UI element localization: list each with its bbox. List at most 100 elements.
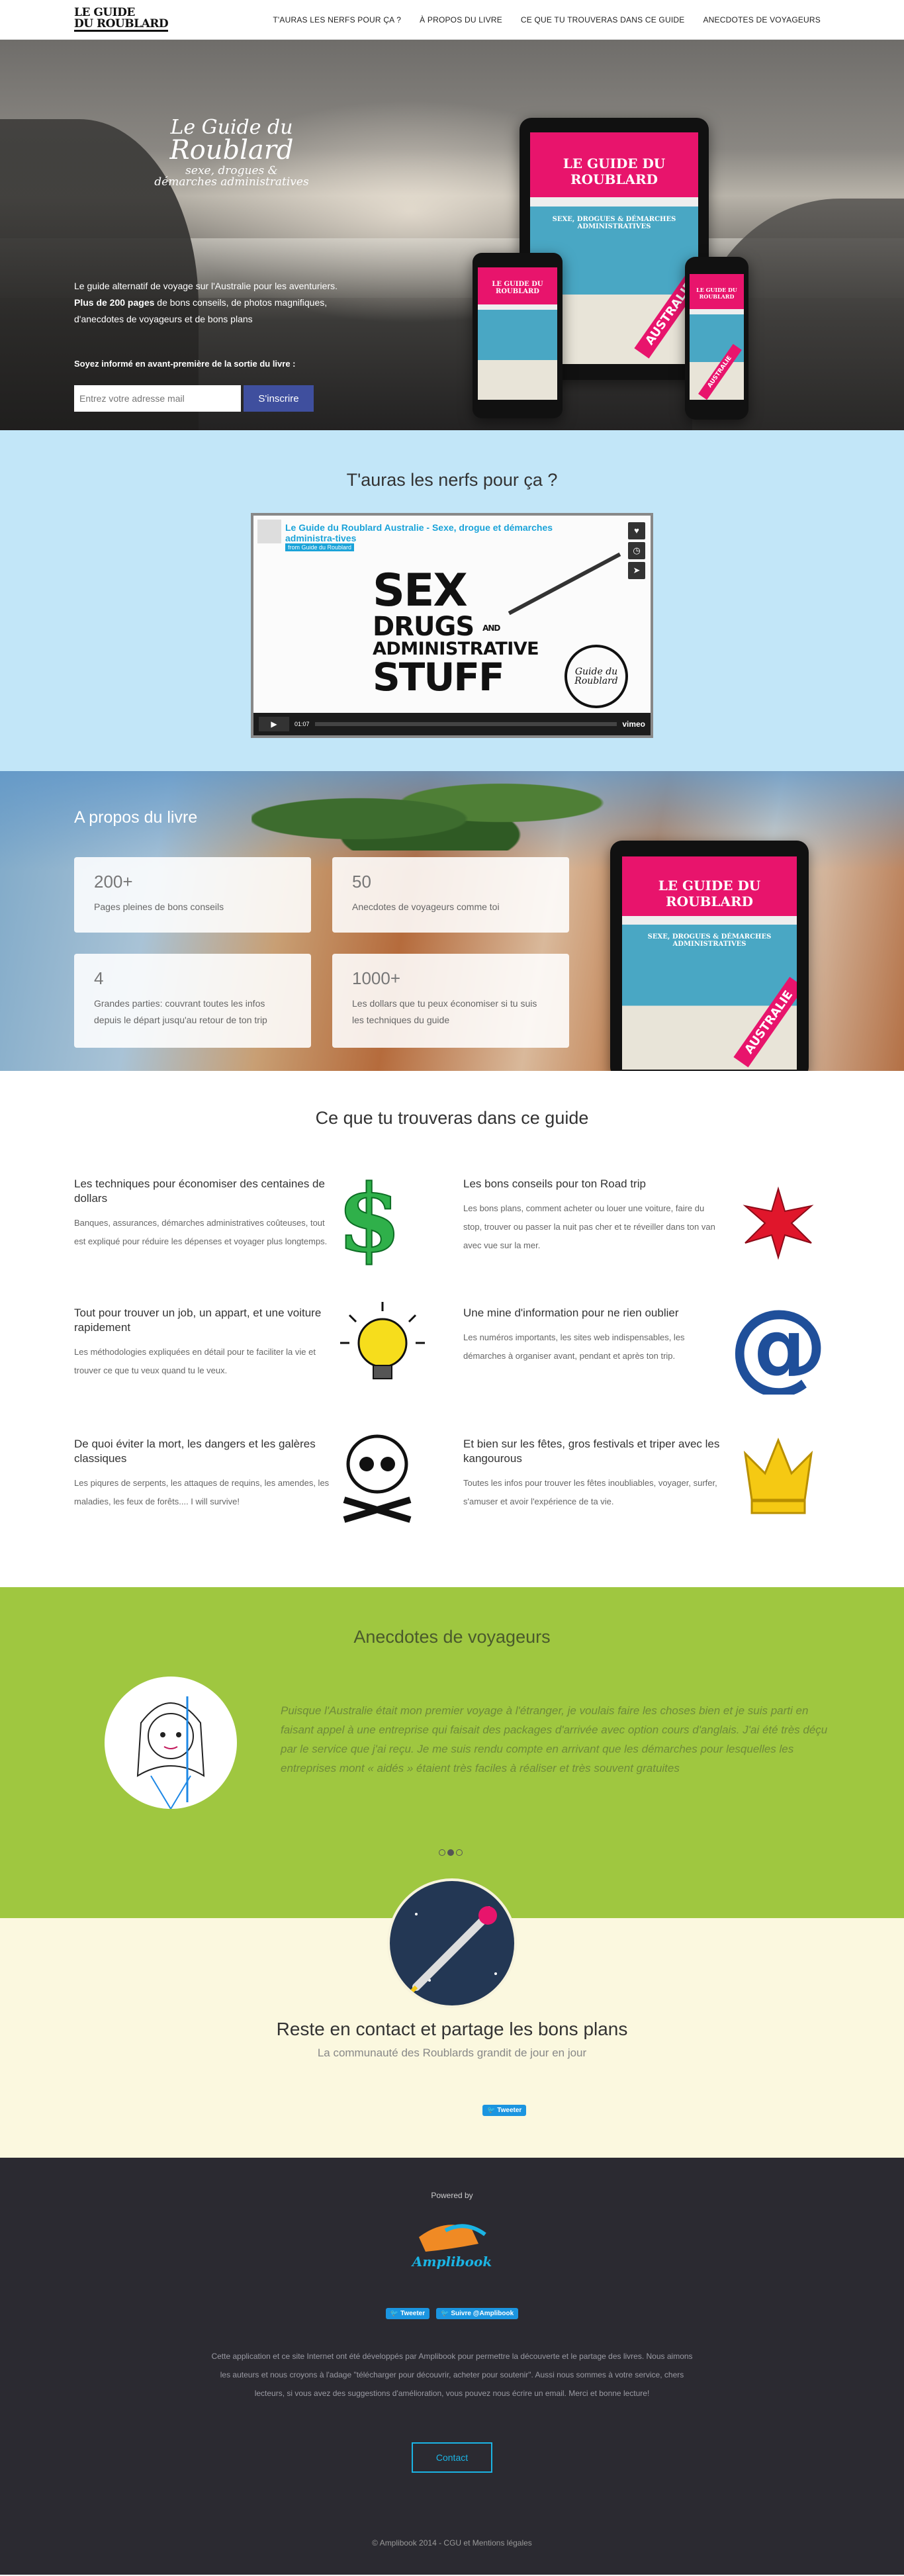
phone-left-book-title: LE GUIDE DU ROUBLARD [492, 281, 543, 295]
crown-icon [732, 1430, 825, 1523]
subscribe-button[interactable]: S'inscrire [244, 385, 314, 412]
video-controls: ▶ 01:07 vimeo [253, 713, 651, 735]
nav-link-guide[interactable]: CE QUE TU TROUVERAS DANS CE GUIDE [512, 15, 694, 24]
contact-section: Reste en contact et partage les bons pla… [0, 1878, 904, 2158]
vimeo-logo[interactable]: vimeo [622, 719, 645, 729]
poster-drugs-word: DRUGS [373, 612, 475, 642]
video-title[interactable]: Le Guide du Roublard Australie - Sexe, d… [285, 522, 596, 543]
phone-right-screen: LE GUIDE DU ROUBLARD AUSTRALIE [690, 274, 744, 400]
carousel-dot[interactable] [439, 1849, 445, 1856]
guide-badge: Guide du Roublard [565, 645, 628, 708]
footer-tweet-button[interactable]: 🐦 Tweeter [385, 2308, 430, 2319]
hero-title-line-2: Roublard [169, 135, 294, 165]
svg-text:@: @ [732, 1302, 825, 1395]
feature-title: Une mine d'information pour ne rien oubl… [463, 1307, 679, 1319]
svg-text:$: $ [337, 1173, 401, 1265]
about-tablet-screen: LE GUIDE DU ROUBLARD SEXE, DROGUES & DÉM… [622, 856, 797, 1070]
amplibook-logo[interactable]: Amplibook [406, 2211, 498, 2270]
hero-title-line-4: démarches administratives [154, 175, 309, 189]
phone-left-device: LE GUIDE DU ROUBLARD [473, 253, 563, 418]
about-tablet-device: LE GUIDE DU ROUBLARD SEXE, DROGUES & DÉM… [610, 841, 809, 1071]
stat-text: Pages pleines de bons conseils [94, 901, 224, 912]
video-progress-bar[interactable] [314, 722, 617, 726]
feature-text: Les numéros importants, les sites web in… [463, 1332, 685, 1361]
anecdotes-title: Anecdotes de voyageurs [353, 1627, 551, 1647]
feature-item: Tout pour trouver un job, un appart, et … [74, 1302, 425, 1380]
nav-link-nerfs[interactable]: T'AURAS LES NERFS POUR ÇA ? [263, 15, 410, 24]
guide-section: Ce que tu trouveras dans ce guide Les te… [0, 1071, 904, 1587]
video-player[interactable]: Le Guide du Roublard Australie - Sexe, d… [251, 513, 653, 738]
hero-description: Le guide alternatif de voyage sur l'Aust… [74, 278, 392, 328]
poster-line-drugs: DRUGS AND [373, 614, 539, 640]
play-icon[interactable]: ▶ [259, 717, 289, 731]
video-from[interactable]: from Guide du Roublard [285, 543, 355, 551]
feature-title: Les bons conseils pour ton Road trip [463, 1177, 646, 1190]
video-section-title: T'auras les nerfs pour ça ? [346, 470, 558, 490]
share-icon[interactable]: ➤ [628, 562, 645, 579]
feature-text: Toutes les infos pour trouver les fêtes … [463, 1478, 717, 1506]
stat-number: 50 [352, 872, 371, 892]
hero-desc-line-1: Le guide alternatif de voyage sur l'Aust… [74, 281, 338, 291]
tweet-button[interactable]: 🐦 Tweeter [482, 2105, 527, 2116]
video-time: 01:07 [294, 721, 310, 727]
video-section: T'auras les nerfs pour ça ? Le Guide du … [0, 430, 904, 771]
dollar-icon: $ [323, 1173, 416, 1265]
twitter-bird-icon: 🐦 [441, 2310, 451, 2317]
video-channel-avatar[interactable] [257, 520, 281, 543]
poster-line-stuff: STUFF [373, 655, 505, 700]
feature-text: Les méthodologies expliquées en détail p… [74, 1347, 316, 1375]
follow-button[interactable]: 🐦 Suivre @Amplibook [436, 2308, 519, 2319]
feature-text: Banques, assurances, démarches administr… [74, 1218, 328, 1246]
at-sign-icon: @ [732, 1302, 825, 1395]
stat-number: 200+ [94, 872, 133, 892]
phone-right-book-country: AUSTRALIE [698, 344, 742, 400]
lightbulb-icon [336, 1299, 429, 1392]
logo-line-2: DU ROUBLARD [74, 17, 169, 32]
feature-item: De quoi éviter la mort, les dangers et l… [74, 1434, 412, 1523]
clock-icon[interactable]: ◷ [628, 542, 645, 559]
nav-link-about[interactable]: À PROPOS DU LIVRE [410, 15, 512, 24]
site-logo[interactable]: LE GUIDE DU ROUBLARD [74, 7, 169, 32]
hero-desc-line-2-rest: de bons conseils, de photos magnifiques, [154, 297, 328, 308]
contact-subtitle: La communauté des Roublards grandit de j… [317, 2047, 587, 2059]
contact-title: Reste en contact et partage les bons pla… [276, 2019, 628, 2039]
about-book-subtitle: SEXE, DROGUES & DÉMARCHES ADMINISTRATIVE… [647, 933, 772, 948]
traveler-avatar [105, 1677, 237, 1809]
hero-desc-bold: Plus de 200 pages [74, 297, 155, 308]
feature-title: Les techniques pour économiser des centa… [74, 1177, 325, 1205]
about-section: A propos du livre 200+ Pages pleines de … [0, 771, 904, 1071]
twitter-bird-icon: 🐦 [487, 2107, 498, 2114]
feature-text: Les bons plans, comment acheter ou louer… [463, 1203, 715, 1250]
heart-icon[interactable]: ♥ [628, 522, 645, 539]
stat-number: 4 [94, 968, 104, 988]
contact-button[interactable]: Contact [412, 2442, 492, 2473]
carousel-dot[interactable] [456, 1849, 463, 1856]
stat-text: Les dollars que tu peux économiser si tu… [352, 998, 537, 1025]
star-icon [732, 1177, 825, 1269]
email-input[interactable] [74, 385, 241, 412]
carousel-dot-active[interactable] [447, 1849, 454, 1856]
amplibook-logo-text: Amplibook [411, 2254, 492, 2270]
video-side-actions: ♥ ◷ ➤ [628, 522, 645, 579]
follow-label: Suivre @Amplibook [451, 2310, 514, 2317]
anecdote-quote: Puisque l'Australie était mon premier vo… [281, 1704, 828, 1774]
footer-twitter-buttons: 🐦 Tweeter 🐦 Suivre @Amplibook [0, 2308, 904, 2319]
guide-title: Ce que tu trouveras dans ce guide [315, 1108, 589, 1128]
about-title: A propos du livre [74, 808, 198, 827]
stat-card: 200+ Pages pleines de bons conseils [74, 857, 311, 933]
tweet-button-label: Tweeter [497, 2107, 522, 2114]
feature-item: Les bons conseils pour ton Road trip Les… [463, 1177, 814, 1260]
copyright[interactable]: © Amplibook 2014 - CGU et Mentions légal… [0, 2538, 904, 2548]
anecdotes-section: Anecdotes de voyageurs Puisque l'Austral… [0, 1587, 904, 1918]
feature-title: Et bien sur les fêtes, gros festivals et… [463, 1438, 720, 1465]
tablet-book-title: LE GUIDE DU ROUBLARD [563, 156, 666, 187]
twitter-bird-icon: 🐦 [390, 2310, 401, 2317]
video-poster-text: SEX DRUGS AND ADMINISTRATIVE STUFF [373, 569, 539, 700]
nav-link-anecdotes[interactable]: ANECDOTES DE VOYAGEURS [694, 15, 830, 24]
hero-title: Le Guide du Roublard sexe, drogues & dém… [152, 116, 311, 188]
phone-right-device: LE GUIDE DU ROUBLARD AUSTRALIE [685, 257, 748, 420]
carousel-dots [439, 1849, 463, 1856]
about-book-title: LE GUIDE DU ROUBLARD [658, 878, 761, 910]
stat-text: Grandes parties: couvrant toutes les inf… [94, 998, 267, 1025]
feature-title: De quoi éviter la mort, les dangers et l… [74, 1438, 316, 1465]
